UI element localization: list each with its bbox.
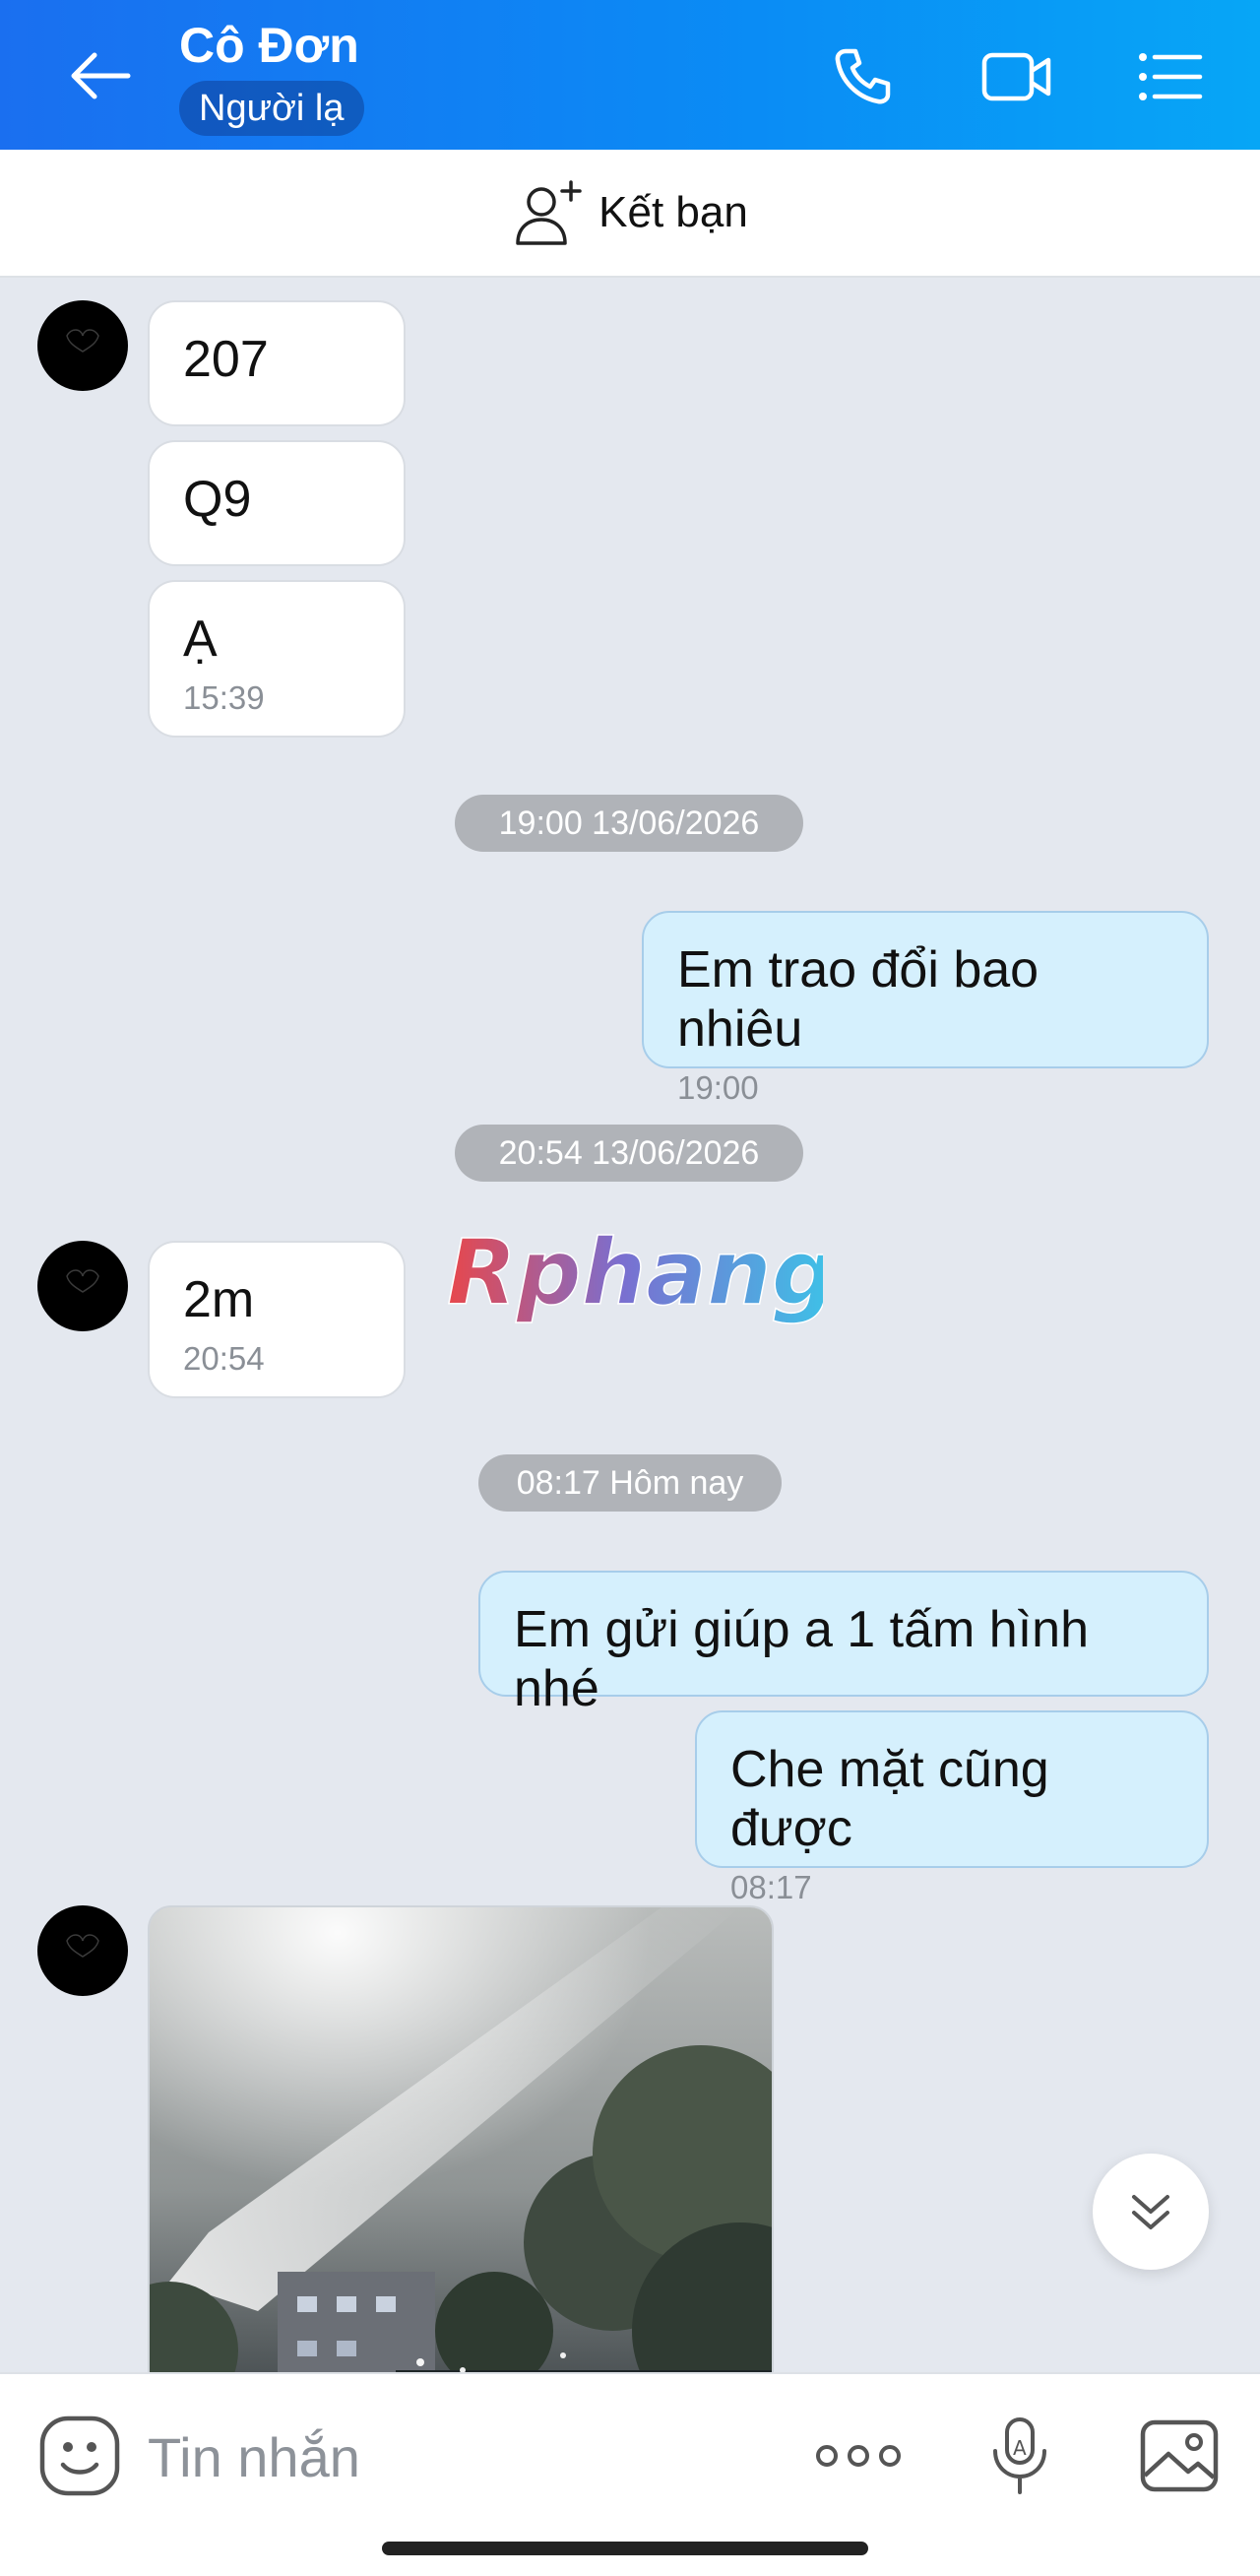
message-input[interactable] — [148, 2421, 738, 2492]
avatar[interactable] — [37, 1905, 128, 1996]
message-bubble-incoming[interactable]: Ạ 15:39 — [148, 580, 406, 738]
emoji-button[interactable] — [37, 2414, 122, 2498]
message-text: Em trao đổi bao nhiêu — [677, 941, 1040, 1058]
add-person-icon — [516, 180, 582, 245]
date-divider: 19:00 13/06/2026 — [455, 795, 803, 852]
call-button[interactable] — [819, 37, 908, 116]
chevron-double-down-icon — [1132, 2195, 1169, 2229]
voice-to-text-button[interactable]: A — [973, 2414, 1067, 2498]
avatar[interactable] — [37, 1241, 128, 1331]
emoji-icon — [39, 2415, 120, 2496]
scroll-to-bottom-button[interactable] — [1093, 2154, 1209, 2270]
message-bubble-incoming[interactable]: 207 — [148, 300, 406, 426]
chat-header: Cô Đơn Người lạ — [0, 0, 1260, 150]
message-time: 20:54 — [183, 1340, 265, 1377]
image-icon — [1140, 2419, 1219, 2492]
date-divider: 20:54 13/06/2026 — [455, 1125, 803, 1182]
voice-text-icon: A — [993, 2417, 1046, 2494]
list-menu-icon — [1139, 53, 1203, 100]
stranger-badge: Người lạ — [179, 81, 364, 136]
date-divider: 08:17 Hôm nay — [478, 1454, 782, 1512]
arrow-left-icon — [71, 52, 131, 99]
message-text: 207 — [183, 331, 269, 388]
message-text: Em gửi giúp a 1 tấm hình nhé — [514, 1601, 1090, 1717]
message-text: Ạ — [183, 611, 218, 668]
home-indicator — [382, 2542, 868, 2555]
image-picker-button[interactable] — [1132, 2414, 1227, 2498]
message-text: Q9 — [183, 471, 252, 528]
message-text: 2m — [183, 1271, 255, 1328]
message-bubble-incoming[interactable]: Q9 — [148, 440, 406, 566]
message-time: 08:17 — [730, 1869, 812, 1905]
back-button[interactable] — [61, 41, 140, 110]
video-call-icon — [981, 52, 1051, 101]
phone-icon — [835, 48, 891, 104]
message-text: Che mặt cũng được — [730, 1741, 1049, 1857]
svg-text:A: A — [1013, 2436, 1027, 2460]
message-list[interactable]: 207 Q9 Ạ 15:39 19:00 13/06/2026 Em trao … — [0, 278, 1260, 2372]
add-friend-button[interactable]: Kết bạn — [0, 150, 1260, 278]
message-bubble-outgoing[interactable]: Em gửi giúp a 1 tấm hình nhé — [478, 1571, 1209, 1717]
message-input-bar: A — [0, 2372, 1260, 2576]
add-friend-label: Kết bạn — [598, 188, 748, 236]
watermark-text: Rphang — [447, 1223, 823, 1325]
message-bubble-incoming[interactable]: 2m 20:54 — [148, 1241, 406, 1398]
photo-message[interactable] — [148, 1905, 774, 2372]
watermark-logo: Rphang — [446, 1223, 823, 1326]
message-bubble-outgoing[interactable]: Che mặt cũng được 08:17 — [695, 1710, 1209, 1905]
message-time: 19:00 — [677, 1069, 759, 1106]
message-bubble-outgoing[interactable]: Em trao đổi bao nhiêu 19:00 — [642, 911, 1209, 1106]
avatar[interactable] — [37, 300, 128, 391]
message-time: 15:39 — [183, 679, 265, 716]
contact-name[interactable]: Cô Đơn — [179, 16, 359, 75]
more-options-button[interactable] — [811, 2414, 906, 2498]
options-menu-button[interactable] — [1126, 37, 1215, 116]
video-call-button[interactable] — [973, 37, 1061, 116]
more-dots-icon — [816, 2445, 901, 2467]
